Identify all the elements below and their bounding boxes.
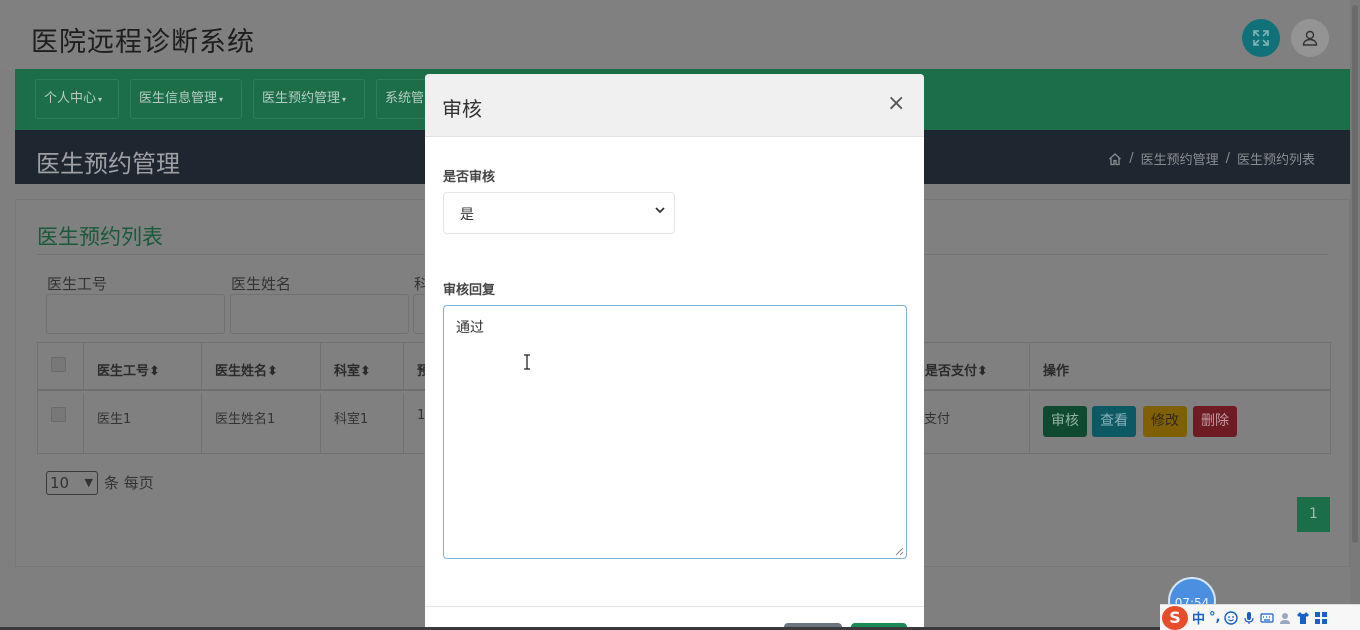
text-cursor-icon	[524, 354, 530, 370]
modal-header: 审核 ×	[425, 74, 924, 137]
view-button[interactable]: 查看	[1092, 406, 1136, 437]
filter-label-doctor-id: 医生工号	[47, 275, 108, 293]
microphone-icon[interactable]	[1242, 611, 1256, 625]
emoji-icon[interactable]	[1224, 610, 1239, 625]
resize-grip-icon[interactable]	[894, 546, 904, 556]
filter-input-doctor-id[interactable]	[46, 294, 225, 334]
pagination-page-button[interactable]: 1	[1297, 497, 1330, 532]
chevron-down-icon: ▼	[84, 475, 93, 489]
breadcrumb: / 医生预约管理 / 医生预约列表	[1108, 149, 1315, 168]
user-group-icon[interactable]	[1278, 611, 1292, 625]
ime-logo[interactable]: S	[1162, 605, 1188, 630]
review-button[interactable]: 审核	[1043, 406, 1087, 437]
filter-label-doctor-name: 医生姓名	[231, 275, 292, 293]
cell-doctor-name: 医生姓名1	[215, 412, 276, 427]
nav-item-label: 医生预约管理	[262, 91, 341, 106]
nav-item-label: 个人中心	[44, 91, 97, 106]
delete-button[interactable]: 删除	[1193, 406, 1237, 437]
breadcrumb-separator: /	[1129, 151, 1134, 166]
ime-punctuation-toggle[interactable]: °,	[1209, 610, 1220, 625]
nav-item-personal-center[interactable]: 个人中心 ▾	[35, 79, 119, 119]
header-cell-select	[38, 343, 84, 389]
filter-input-doctor-name[interactable]	[230, 294, 409, 334]
top-header: 医院远程诊断系统	[0, 0, 1360, 70]
row-cell-paid: 已支付	[910, 393, 1030, 453]
review-status-label: 是否审核	[443, 170, 496, 185]
review-reply-textarea[interactable]: 通过	[443, 305, 907, 559]
header-cell-dept[interactable]: 科室⬍	[321, 343, 404, 389]
user-menu-button[interactable]	[1291, 19, 1329, 57]
column-header-label: 医生工号	[97, 364, 150, 379]
nav-item-label: 系统管	[385, 91, 425, 106]
sort-icon: ⬍	[267, 364, 278, 379]
row-cell-select	[38, 393, 84, 453]
caret-down-icon: ▾	[342, 95, 347, 104]
expand-icon	[1253, 30, 1269, 46]
breadcrumb-current: 医生预约列表	[1236, 153, 1315, 168]
page-title: 医生预约管理	[36, 150, 180, 178]
row-cell-partial: 1	[404, 393, 426, 453]
skin-shirt-icon[interactable]	[1296, 611, 1310, 625]
modal-footer-divider	[425, 606, 924, 607]
nav-item-doctor-info[interactable]: 医生信息管理 ▾	[130, 79, 242, 119]
app-title: 医院远程诊断系统	[31, 27, 255, 58]
header-cell-doctor-id[interactable]: 医生工号⬍	[84, 343, 202, 389]
review-status-value: 是	[460, 207, 474, 223]
row-cell-actions: 审核 查看 修改 删除	[1030, 393, 1332, 453]
page-size-suffix: 条 每页	[104, 474, 154, 492]
breadcrumb-separator: /	[1225, 151, 1230, 166]
page-size-control: 10 ▼ 条 每页	[46, 470, 154, 495]
nav-item-label: 医生信息管理	[139, 91, 218, 106]
caret-down-icon: ▾	[219, 95, 224, 104]
user-icon	[1302, 30, 1318, 46]
cell-dept: 科室1	[334, 412, 369, 427]
home-icon[interactable]	[1108, 152, 1122, 166]
column-header: 是否支付⬍	[925, 360, 988, 379]
nav-item-doctor-appointment[interactable]: 医生预约管理 ▾	[253, 79, 365, 119]
header-cell-doctor-name[interactable]: 医生姓名⬍	[202, 343, 321, 389]
sort-icon: ⬍	[360, 364, 371, 379]
chevron-down-icon	[655, 207, 665, 214]
column-header-label: 是否支付	[925, 364, 978, 379]
keyboard-icon[interactable]	[1260, 611, 1275, 625]
column-header: 医生姓名⬍	[215, 360, 278, 379]
review-reply-label: 审核回复	[443, 283, 496, 298]
breadcrumb-section[interactable]: 医生预约管理	[1141, 149, 1219, 168]
page-size-select[interactable]: 10 ▼	[46, 470, 98, 495]
column-header: 医生工号⬍	[97, 360, 160, 379]
review-reply-value: 通过	[456, 320, 484, 336]
select-all-checkbox[interactable]	[51, 357, 66, 372]
modal-title: 审核	[442, 97, 482, 121]
cell-doctor-id: 医生1	[97, 412, 132, 427]
list-title: 医生预约列表	[37, 225, 163, 249]
header-cell-partial[interactable]: 预	[404, 343, 430, 389]
row-checkbox[interactable]	[51, 407, 66, 422]
ime-toolbar: S 中 °,	[1160, 604, 1360, 630]
close-icon[interactable]: ×	[887, 91, 905, 116]
review-modal: 审核 × 是否审核 是 审核回复 通过	[425, 74, 924, 630]
header-cell-actions: 操作	[1030, 343, 1332, 389]
column-header: 操作	[1043, 364, 1070, 379]
sort-icon: ⬍	[977, 364, 988, 379]
column-header-label: 医生姓名	[215, 364, 268, 379]
review-status-select[interactable]: 是	[443, 192, 675, 234]
page-size-value: 10	[50, 473, 70, 492]
scrollbar-thumb[interactable]	[1352, 5, 1358, 543]
grid-menu-icon[interactable]	[1314, 611, 1328, 625]
ime-mode-toggle[interactable]: 中	[1192, 608, 1205, 627]
row-cell-doctor-id: 医生1	[84, 393, 202, 453]
sort-icon: ⬍	[149, 364, 160, 379]
row-cell-dept: 科室1	[321, 393, 404, 453]
fullscreen-button[interactable]	[1242, 19, 1280, 57]
header-cell-paid[interactable]: 是否支付⬍	[910, 343, 1030, 389]
edit-button[interactable]: 修改	[1143, 406, 1187, 437]
row-cell-doctor-name: 医生姓名1	[202, 393, 321, 453]
column-header-label: 科室	[334, 364, 361, 379]
caret-down-icon: ▾	[98, 95, 103, 104]
column-header: 科室⬍	[334, 360, 371, 379]
